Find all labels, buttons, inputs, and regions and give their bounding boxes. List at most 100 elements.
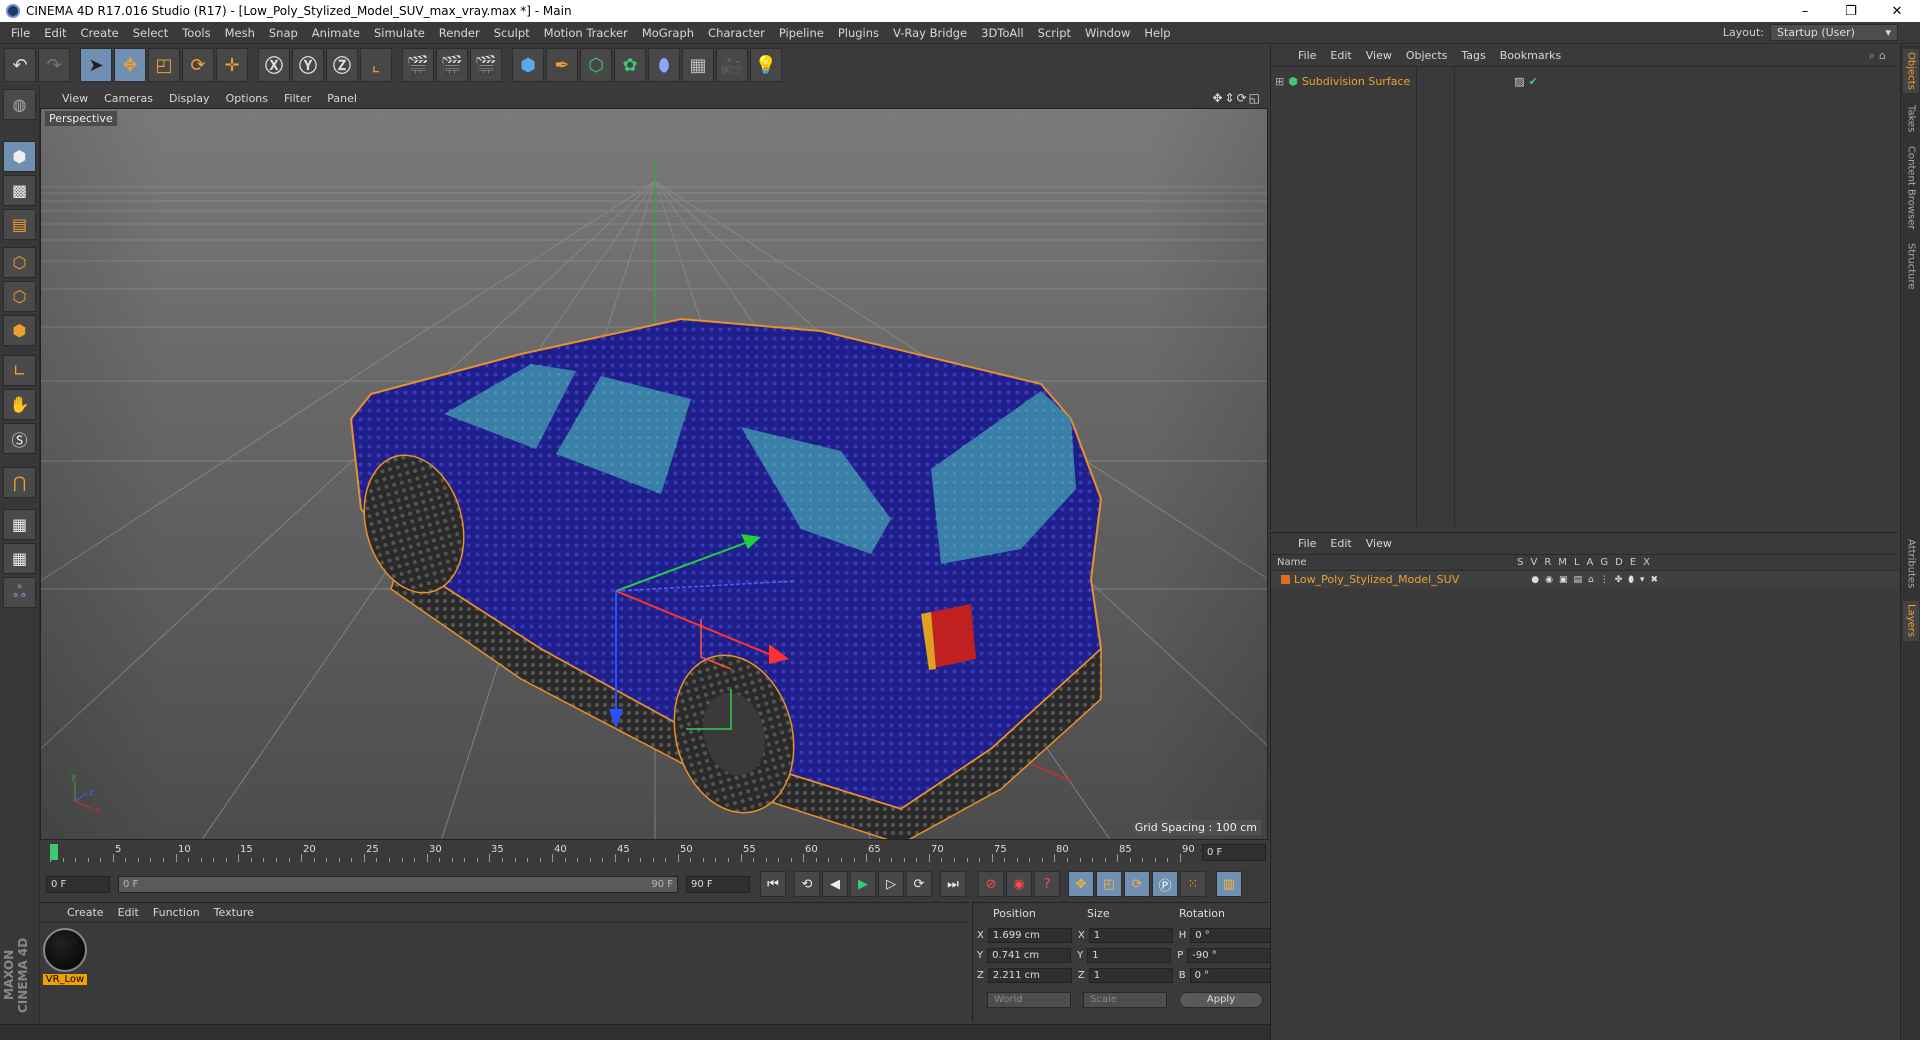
apply-button[interactable]: Apply [1179, 992, 1263, 1008]
next-key-button[interactable]: ⟳ [906, 871, 932, 897]
workplane-lock-button[interactable]: ▦ [3, 509, 36, 540]
tab-attributes[interactable]: Attributes [1903, 535, 1919, 593]
material-swatch[interactable]: VR_Low [43, 928, 87, 986]
perspective-viewport[interactable]: y x z Perspective Grid Spacing : 100 cm [40, 108, 1268, 840]
object-menu-bookmarks[interactable]: Bookmarks [1493, 49, 1568, 62]
menu-script[interactable]: Script [1031, 22, 1078, 44]
python-button[interactable]: ஃ [3, 577, 36, 608]
maximize-button[interactable]: ❐ [1828, 0, 1874, 22]
menu-character[interactable]: Character [701, 22, 772, 44]
edit-render-settings-button[interactable]: 🎬 [470, 48, 502, 82]
position-z-field[interactable]: 2.211 cm [987, 967, 1072, 983]
edit-render-toggle-icon[interactable]: ▨ [1514, 75, 1524, 88]
tab-content-browser[interactable]: Content Browser [1903, 145, 1919, 231]
workplane-mode-button[interactable]: ▤ [3, 209, 36, 240]
menu-window[interactable]: Window [1078, 22, 1137, 44]
add-light-button[interactable]: 💡 [750, 48, 782, 82]
redo-button[interactable]: ↷ [38, 48, 70, 82]
record-parameter-button[interactable]: Ⓟ [1152, 871, 1178, 897]
tweak-mode-button[interactable]: ✋ [3, 389, 36, 420]
minimize-button[interactable]: – [1782, 0, 1828, 22]
coordinate-space-dropdown[interactable]: World [987, 992, 1071, 1008]
keyframe-selection-button[interactable]: ? [1034, 871, 1060, 897]
render-view-button[interactable]: 🎬 [402, 48, 434, 82]
size-z-field[interactable]: 1 [1088, 967, 1173, 983]
frame-range-slider[interactable]: 0 F 90 F [118, 875, 678, 893]
xref-icon[interactable]: ✖ [1650, 575, 1658, 585]
lock-icon[interactable]: ⌂ [1588, 575, 1594, 585]
position-x-field[interactable]: 1.699 cm [987, 927, 1072, 943]
expression-icon[interactable]: ▾ [1640, 575, 1645, 585]
record-position-button[interactable]: ✥ [1068, 871, 1094, 897]
generator-icon[interactable]: ✤ [1615, 575, 1623, 585]
add-camera-button[interactable]: 🎥 [716, 48, 748, 82]
make-editable-button[interactable]: ◍ [3, 89, 36, 120]
current-frame-field[interactable]: 0 F [1202, 844, 1266, 861]
size-mode-dropdown[interactable]: Scale [1083, 992, 1167, 1008]
layer-flag-icons[interactable]: ● ◉ ▣ ▤ ⌂ ⋮ ✤ ⬮ ▾ ✖ [1531, 575, 1658, 585]
menu-select[interactable]: Select [126, 22, 175, 44]
live-selection-button[interactable]: ➤ [80, 48, 112, 82]
menu-snap[interactable]: Snap [262, 22, 305, 44]
record-pla-button[interactable]: ⁙ [1180, 871, 1206, 897]
record-active-objects-button[interactable]: ⊘ [978, 871, 1004, 897]
layout-dropdown[interactable]: Startup (User) ▾ [1770, 24, 1898, 41]
go-to-start-button[interactable]: ⏮ [760, 871, 786, 897]
add-deformer-button[interactable]: ⬮ [648, 48, 680, 82]
viewport-camera-label[interactable]: Perspective [45, 111, 117, 126]
layer-row[interactable]: Low_Poly_Stylized_Model_SUV ● ◉ ▣ ▤ ⌂ ⋮ ✤ ⬮ ▾ ✖ [1271, 571, 1898, 588]
recent-tool-button[interactable]: ✛ [216, 48, 248, 82]
add-cube-button[interactable]: ⬢ [512, 48, 544, 82]
size-x-field[interactable]: 1 [1088, 927, 1173, 943]
viewport-nav-icons[interactable]: ✥⇕⟳◱ [1212, 91, 1268, 105]
y-axis-button[interactable]: Ⓨ [292, 48, 324, 82]
menu-help[interactable]: Help [1137, 22, 1177, 44]
menu-animate[interactable]: Animate [305, 22, 367, 44]
object-menu-objects[interactable]: Objects [1399, 49, 1455, 62]
menu-mesh[interactable]: Mesh [218, 22, 262, 44]
workplane-sync-button[interactable]: ▦ [3, 543, 36, 574]
menu-create[interactable]: Create [74, 22, 126, 44]
viewport-menu-filter[interactable]: Filter [276, 92, 319, 105]
viewport-menu-view[interactable]: View [54, 92, 96, 105]
object-menu-file[interactable]: File [1291, 49, 1323, 62]
animation-icon[interactable]: ⋮ [1600, 575, 1609, 585]
x-axis-button[interactable]: Ⓧ [258, 48, 290, 82]
solo-dot-icon[interactable]: ● [1531, 575, 1539, 585]
move-tool-button[interactable]: ✥ [114, 48, 146, 82]
rotate-tool-button[interactable]: ⟳ [182, 48, 214, 82]
eye-icon[interactable]: ◉ [1545, 575, 1553, 585]
menu-simulate[interactable]: Simulate [367, 22, 432, 44]
menu-tools[interactable]: Tools [175, 22, 217, 44]
object-menu-view[interactable]: View [1359, 49, 1399, 62]
record-scale-button[interactable]: ◰ [1096, 871, 1122, 897]
viewport-menu-display[interactable]: Display [161, 92, 218, 105]
end-frame-field[interactable]: 90 F [686, 875, 750, 893]
start-frame-field[interactable]: 0 F [46, 875, 110, 893]
size-y-field[interactable]: 1 [1087, 947, 1172, 963]
menu-sculpt[interactable]: Sculpt [487, 22, 537, 44]
scale-tool-button[interactable]: ◰ [148, 48, 180, 82]
rotation-h-field[interactable]: 0 ° [1190, 927, 1275, 943]
record-rotation-button[interactable]: ⟳ [1124, 871, 1150, 897]
model-mode-button[interactable]: ⬢ [3, 141, 36, 172]
menu-plugins[interactable]: Plugins [831, 22, 886, 44]
object-row-subdivision-surface[interactable]: ⊞ ⬢ Subdivision Surface ▨ ✔ [1275, 75, 1538, 88]
deformer-icon[interactable]: ⬮ [1628, 575, 1634, 585]
menu-3dtoall[interactable]: 3DToAll [974, 22, 1031, 44]
add-mograph-button[interactable]: ✿ [614, 48, 646, 82]
z-axis-button[interactable]: Ⓩ [326, 48, 358, 82]
layer-menu-file[interactable]: File [1291, 537, 1323, 550]
object-manager-search-icon[interactable]: ⌕⌂ [1869, 49, 1898, 63]
timeline-window-button[interactable]: ▥ [1216, 871, 1242, 897]
previous-key-button[interactable]: ⟲ [794, 871, 820, 897]
close-button[interactable]: ✕ [1874, 0, 1920, 22]
polygons-mode-button[interactable]: ⬢ [3, 315, 36, 346]
add-subdivision-button[interactable]: ⬡ [580, 48, 612, 82]
material-menu-edit[interactable]: Edit [111, 906, 146, 919]
add-floor-button[interactable]: ▦ [682, 48, 714, 82]
go-to-end-button[interactable]: ⏭ [940, 871, 966, 897]
menu-pipeline[interactable]: Pipeline [772, 22, 831, 44]
menu-vray-bridge[interactable]: V-Ray Bridge [886, 22, 974, 44]
points-mode-button[interactable]: ⬡ [3, 247, 36, 278]
